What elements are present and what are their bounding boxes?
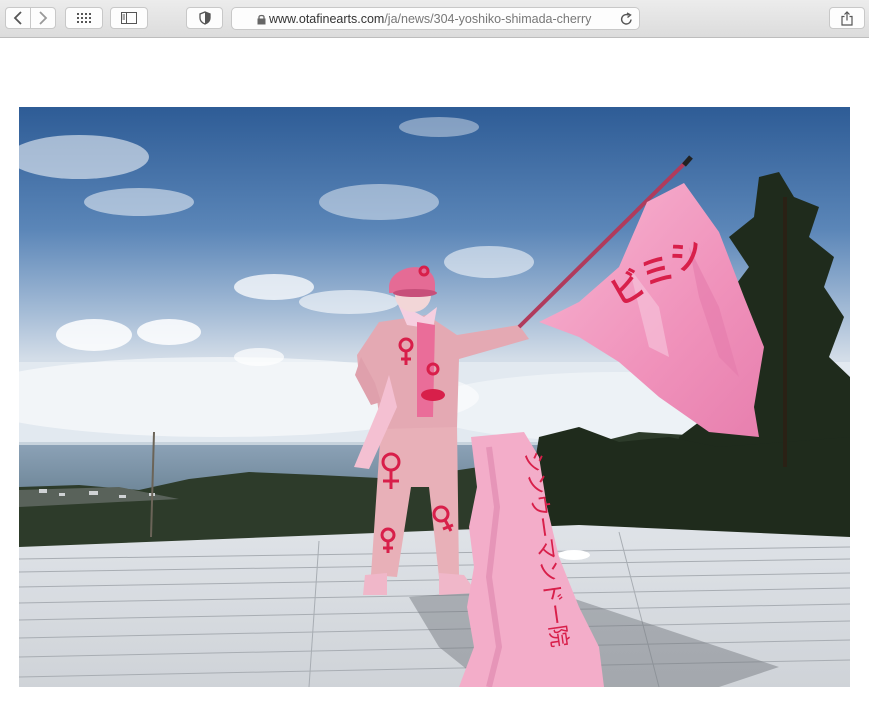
chevron-left-icon (13, 11, 22, 25)
address-bar[interactable]: www.otafinearts.com/ja/news/304-yoshiko-… (231, 7, 640, 30)
share-icon (841, 10, 853, 26)
tab-overview-button[interactable] (65, 7, 103, 29)
artwork-photo: ビミシ シンウーマンドー院 (19, 107, 850, 687)
sidebar-button[interactable] (110, 7, 148, 29)
chevron-right-icon (39, 11, 48, 25)
forward-button[interactable] (30, 7, 56, 29)
url-text: www.otafinearts.com/ja/news/304-yoshiko-… (269, 12, 599, 26)
share-button[interactable] (829, 7, 865, 29)
lock-icon (257, 14, 266, 25)
sidebar-icon (121, 12, 137, 24)
url-path: /ja/news/304-yoshiko-shimada-cherry (384, 11, 592, 26)
performance-scene: ビミシ シンウーマンドー院 (19, 107, 850, 687)
browser-toolbar: www.otafinearts.com/ja/news/304-yoshiko-… (0, 0, 869, 38)
shield-icon (198, 11, 211, 25)
grid-icon (77, 13, 91, 23)
reload-icon[interactable] (620, 12, 633, 26)
url-host: www.otafinearts.com (269, 11, 385, 26)
privacy-report-button[interactable] (186, 7, 223, 29)
back-button[interactable] (5, 7, 31, 29)
